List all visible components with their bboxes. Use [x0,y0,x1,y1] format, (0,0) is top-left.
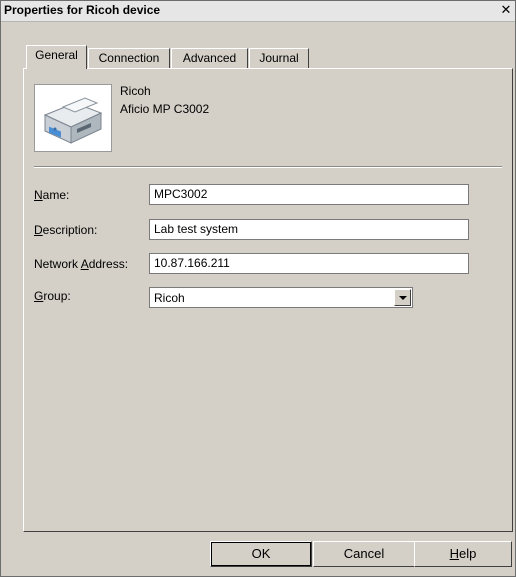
printer-icon [34,84,112,152]
description-field[interactable]: Lab test system [149,219,469,240]
cancel-button-label: Cancel [343,546,385,561]
ok-button-label: OK [251,546,271,561]
ok-button[interactable]: OK [210,541,312,567]
tab-journal[interactable]: Journal [249,48,309,68]
description-field-value: Lab test system [154,222,239,236]
properties-dialog: Properties for Ricoh device ✕ General Co… [0,0,516,577]
separator [34,166,502,168]
cancel-button[interactable]: Cancel [313,541,415,567]
chevron-down-icon[interactable] [394,289,411,306]
window-title: Properties for Ricoh device [4,3,161,17]
group-select-value: Ricoh [154,291,185,305]
title-bar[interactable]: Properties for Ricoh device ✕ [1,1,515,22]
help-button-label: Help [449,546,477,561]
name-field-value: MPC3002 [154,187,208,201]
tab-advanced[interactable]: Advanced [171,48,248,68]
tab-advanced-label: Advanced [182,51,237,65]
tab-connection[interactable]: Connection [88,48,170,68]
tab-general[interactable]: General [26,45,87,69]
name-label: Name: [34,188,70,202]
close-icon[interactable]: ✕ [499,2,513,18]
network-address-label: Network Address: [34,257,129,271]
tab-general-label: General [35,48,78,62]
device-model: Aficio MP C3002 [120,102,210,116]
network-address-value: 10.87.166.211 [154,256,230,270]
group-label: Group: [34,289,71,303]
name-field[interactable]: MPC3002 [149,184,469,205]
group-select[interactable]: Ricoh [149,287,413,308]
description-label: Description: [34,223,98,237]
tab-connection-label: Connection [98,51,160,65]
help-button[interactable]: Help [414,541,512,567]
device-manufacturer: Ricoh [120,84,151,98]
tab-journal-label: Journal [259,51,299,65]
network-address-field[interactable]: 10.87.166.211 [149,253,469,274]
